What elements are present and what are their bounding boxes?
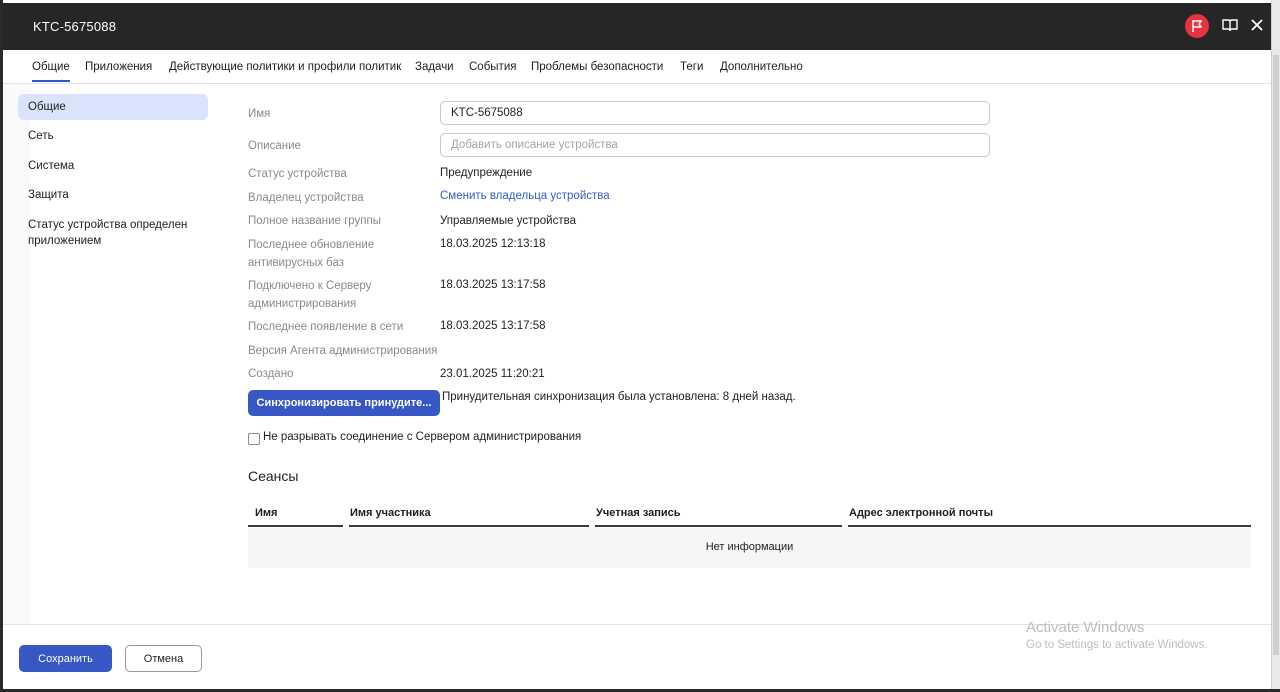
status-label: Статус устройства	[248, 168, 347, 180]
sidebar-item-general[interactable]: Общие	[18, 94, 208, 120]
flag-icon[interactable]	[1185, 14, 1209, 38]
sidebar-item-system[interactable]: Система	[18, 158, 208, 174]
tab-bar: Общие Приложения Действующие политики и …	[3, 50, 1271, 84]
av-update-label: Последнее обновление антивирусных баз	[248, 239, 375, 269]
column-divider	[349, 525, 589, 527]
sidebar-item-label: Общие	[28, 101, 66, 113]
close-icon[interactable]	[1249, 17, 1265, 38]
agent-version-label: Версия Агента администрирования	[248, 345, 438, 357]
column-header-participant[interactable]: Имя участника	[350, 507, 431, 519]
column-divider	[248, 525, 343, 527]
column-header-account[interactable]: Учетная запись	[596, 507, 681, 519]
column-header-name[interactable]: Имя	[255, 507, 277, 519]
tab-advanced[interactable]: Дополнительно	[720, 61, 803, 73]
tab-tasks[interactable]: Задачи	[415, 61, 454, 73]
sidebar-item-app-status[interactable]: Статус устройства определен приложением	[18, 217, 198, 249]
last-seen-label: Последнее появление в сети	[248, 321, 404, 333]
sync-note: Принудительная синхронизация была устано…	[442, 391, 796, 403]
group-label: Полное название группы	[248, 215, 382, 227]
owner-label: Владелец устройства	[248, 192, 364, 204]
tab-policies[interactable]: Действующие политики и профили политик	[169, 61, 401, 73]
sidebar-item-protection[interactable]: Защита	[18, 187, 208, 203]
tab-general[interactable]: Общие	[32, 61, 70, 82]
created-label: Создано	[248, 368, 294, 380]
av-update-value: 18.03.2025 12:13:18	[440, 238, 546, 250]
tab-tags[interactable]: Теги	[680, 61, 703, 73]
sidebar-item-label: Защита	[28, 189, 69, 201]
created-value: 23.01.2025 11:20:21	[440, 368, 545, 380]
table-empty-row: Нет информации	[248, 528, 1251, 568]
sidebar-item-label: Система	[28, 160, 75, 172]
sessions-title: Сеансы	[248, 468, 299, 484]
tab-security-issues[interactable]: Проблемы безопасности	[531, 61, 663, 73]
description-label: Описание	[248, 140, 301, 152]
tab-events[interactable]: События	[469, 61, 516, 73]
sidebar-item-network[interactable]: Сеть	[18, 128, 208, 144]
name-input[interactable]	[440, 101, 990, 125]
empty-table-text: Нет информации	[705, 541, 794, 553]
cancel-button[interactable]: Отмена	[125, 645, 202, 672]
connected-value: 18.03.2025 13:17:58	[440, 279, 546, 291]
name-label: Имя	[248, 108, 271, 120]
force-sync-button[interactable]: Синхронизировать принудите...	[248, 390, 440, 416]
sidebar-item-label: Сеть	[28, 130, 54, 142]
group-value: Управляемые устройства	[440, 215, 576, 227]
book-icon[interactable]	[1222, 18, 1238, 37]
change-owner-link[interactable]: Сменить владельца устройства	[440, 190, 610, 202]
window-title: KTC-5675088	[33, 19, 117, 34]
title-bar: KTC-5675088	[3, 3, 1271, 50]
column-divider	[595, 525, 842, 527]
scrollbar[interactable]	[1271, 0, 1280, 692]
sidebar-item-label: Статус устройства определен приложением	[28, 219, 188, 247]
keep-connection-label[interactable]: Не разрывать соединение с Сервером админ…	[263, 431, 581, 443]
tab-applications[interactable]: Приложения	[85, 61, 152, 73]
sidebar: Общие Сеть Система Защита Статус устройс…	[3, 84, 231, 624]
activation-watermark-title: Activate Windows	[1026, 619, 1145, 636]
column-header-email[interactable]: Адрес электронной почты	[849, 507, 993, 519]
column-divider	[848, 525, 1251, 527]
keep-connection-checkbox[interactable]	[248, 433, 260, 445]
activation-watermark-text: Go to Settings to activate Windows.	[1026, 639, 1208, 651]
last-seen-value: 18.03.2025 13:17:58	[440, 320, 546, 332]
connected-label: Подключено к Серверу администрирования	[248, 280, 372, 310]
save-button[interactable]: Сохранить	[19, 645, 112, 672]
description-input[interactable]	[440, 133, 990, 157]
scrollbar-thumb[interactable]	[1273, 55, 1279, 655]
status-value: Предупреждение	[440, 167, 533, 179]
